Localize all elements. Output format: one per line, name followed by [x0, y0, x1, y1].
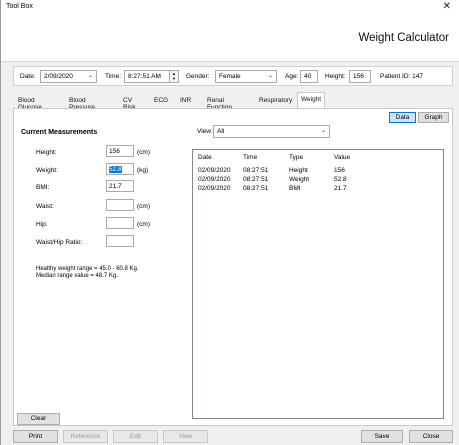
title-bar: Tool Box ✕	[1, 0, 459, 15]
height-value: 156	[353, 73, 364, 80]
weight-unit: (kg)	[137, 167, 149, 174]
waist-label: Waist:	[36, 203, 54, 210]
tab-cv-risk[interactable]: CV Risk	[120, 94, 139, 111]
tab-inr[interactable]: INR	[177, 94, 194, 108]
height-field[interactable]: 156	[349, 70, 371, 83]
time-value: 8:27:51 AM	[128, 73, 161, 80]
patient-info-bar: Date: 2/09/2020 ⌄ Time: 8:27:51 AM ▲ ▼ Ge…	[13, 66, 453, 86]
save-button[interactable]: Save	[361, 430, 403, 443]
reference-button[interactable]: Reference	[63, 430, 108, 443]
time-picker[interactable]: 8:27:51 AM ▲ ▼	[124, 70, 179, 83]
time-label: Time:	[105, 73, 122, 80]
chevron-down-icon: ⌄	[320, 128, 326, 134]
waist-unit: (cm)	[137, 203, 150, 210]
column-header-type[interactable]: Type	[289, 154, 303, 161]
gender-label: Gender:	[186, 73, 210, 80]
height-input[interactable]: 156	[106, 145, 134, 157]
list-cell: 156	[334, 167, 345, 174]
bmi-input-value: 21.7	[109, 183, 122, 190]
chevron-down-icon: ⌄	[87, 73, 93, 79]
edit-button[interactable]: Edit	[113, 430, 158, 443]
tab-respiratory[interactable]: Respiratory	[256, 94, 295, 108]
view-label: View:	[197, 128, 213, 135]
list-cell: 02/09/2020	[198, 185, 231, 192]
weight-panel: Data Graph Current Measurements Height: …	[13, 108, 453, 426]
window-title: Tool Box	[6, 3, 33, 10]
gender-value: Female	[219, 73, 241, 80]
list-cell: 21.7	[334, 185, 347, 192]
tab-weight[interactable]: Weight	[297, 92, 326, 108]
height-input-value: 156	[109, 148, 120, 155]
age-value: 40	[304, 73, 312, 80]
list-cell: 08:27:51	[243, 185, 269, 192]
patient-id: Patient ID: 147	[380, 73, 423, 80]
list-cell: 08:27:51	[243, 167, 269, 174]
column-header-date[interactable]: Date	[198, 154, 212, 161]
waist-hip-ratio-input[interactable]	[106, 235, 134, 247]
gender-select[interactable]: Female ⌄	[215, 70, 277, 83]
hip-unit: (cm)	[137, 221, 150, 228]
view-button[interactable]: View	[163, 430, 208, 443]
date-label: Date:	[20, 73, 36, 80]
chevron-down-icon: ⌄	[267, 73, 273, 79]
height-label: Height:	[36, 149, 57, 156]
list-cell: Height	[289, 167, 308, 174]
list-cell: Weight	[289, 176, 310, 183]
close-icon[interactable]: ✕	[443, 1, 451, 12]
waist-hip-ratio-label: Waist/Hip Ratio:	[36, 239, 83, 246]
app-header: Weight Calculator	[1, 15, 459, 62]
data-button[interactable]: Data	[389, 112, 416, 123]
list-cell: BMI	[289, 185, 301, 192]
hip-label: Hip:	[36, 221, 48, 228]
bmi-label: BMI:	[36, 184, 50, 191]
hip-input[interactable]	[106, 217, 134, 229]
weight-input-value: 52.8	[109, 166, 122, 173]
height-unit: (cm)	[137, 149, 150, 156]
measurements-list[interactable]: Date Time Type Value 02/09/2020 08:27:51…	[192, 149, 444, 419]
bottom-toolbar: Print Reference Edit View Save Close	[1, 428, 459, 445]
tab-blood-glucose[interactable]: Blood Glucose	[15, 94, 45, 111]
tab-blood-pressure[interactable]: Blood Pressure	[66, 94, 98, 111]
print-button[interactable]: Print	[13, 430, 58, 443]
waist-input[interactable]	[106, 199, 134, 211]
date-picker[interactable]: 2/09/2020 ⌄	[40, 70, 97, 83]
list-cell: 52.8	[334, 176, 347, 183]
weight-input[interactable]: 52.8	[106, 163, 134, 175]
graph-button[interactable]: Graph	[418, 112, 449, 123]
age-label: Age:	[285, 73, 299, 80]
tab-ecg[interactable]: ECG	[151, 94, 171, 108]
bmi-input[interactable]: 21.7	[106, 180, 134, 192]
list-cell: 08:27:51	[243, 176, 269, 183]
clear-button[interactable]: Clear	[17, 413, 60, 425]
column-header-value[interactable]: Value	[334, 154, 350, 161]
date-value: 2/09/2020	[44, 73, 73, 80]
tab-renal-function[interactable]: Renal Function	[204, 94, 235, 111]
tool-box-window: Tool Box ✕ Weight Calculator Date: 2/09/…	[0, 0, 459, 445]
column-header-time[interactable]: Time	[243, 154, 257, 161]
spin-arrows-icon[interactable]: ▲ ▼	[169, 71, 178, 82]
close-button[interactable]: Close	[409, 430, 453, 443]
weight-label: Weight:	[36, 167, 58, 174]
view-value: All	[217, 128, 225, 135]
view-select[interactable]: All ⌄	[213, 125, 330, 138]
list-cell: 02/09/2020	[198, 176, 231, 183]
app-title: Weight Calculator	[358, 32, 449, 44]
height-label: Height:	[325, 73, 346, 80]
age-field[interactable]: 40	[300, 70, 318, 83]
list-cell: 02/09/2020	[198, 167, 231, 174]
median-range-text: Median range value = 48.7 Kg.	[36, 273, 118, 279]
healthy-range-text: Healthy weight range = 45.0 - 60.8 Kg.	[36, 266, 139, 272]
section-title: Current Measurements	[21, 129, 98, 136]
